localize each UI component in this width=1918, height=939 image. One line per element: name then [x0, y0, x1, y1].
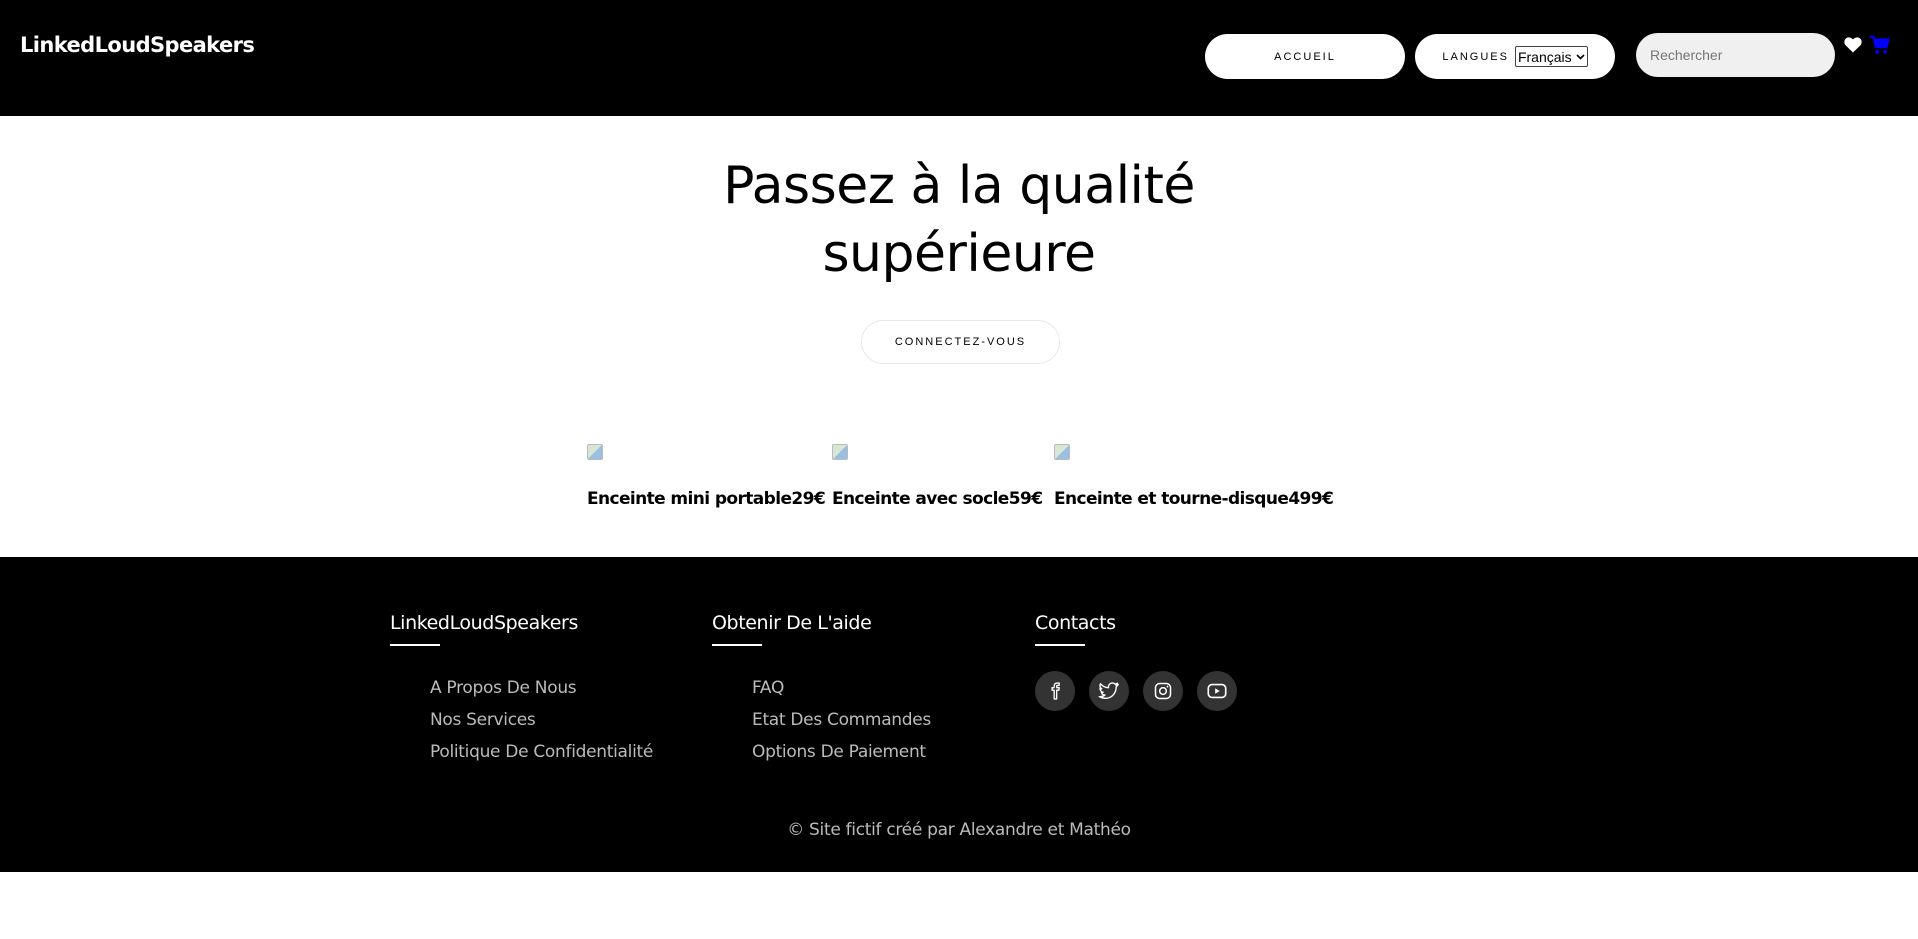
youtube-icon [1207, 683, 1227, 699]
hero-title-line2: supérieure [822, 224, 1096, 284]
facebook-icon [1051, 682, 1060, 700]
language-select[interactable]: Français [1514, 46, 1588, 67]
social-links [1035, 671, 1237, 711]
footer-column-title: Obtenir De L'aide [712, 612, 872, 634]
twitter-icon [1098, 682, 1119, 700]
heart-icon[interactable] [1843, 35, 1863, 55]
product-price: 29€ [791, 489, 826, 509]
product-title: Enceinte et tourne-disque499€ [1054, 489, 1334, 509]
site-logo[interactable]: LinkedLoudSpeakers [20, 33, 255, 57]
product-image[interactable] [587, 444, 603, 460]
footer-column-title: Contacts [1035, 612, 1116, 634]
hero-title: Passez à la qualité supérieure [0, 152, 1918, 288]
cart-icon[interactable] [1869, 34, 1891, 56]
nav-home-button[interactable]: ACCUEIL [1205, 34, 1405, 79]
footer-column-about: LinkedLoudSpeakers A Propos De Nous Nos … [390, 612, 653, 768]
footer-link-list: FAQ Etat Des Commandes Options De Paieme… [712, 672, 931, 768]
footer-title-underline [712, 644, 762, 646]
footer-link-payment-options[interactable]: Options De Paiement [752, 736, 931, 768]
hero-title-line1: Passez à la qualité [723, 156, 1195, 216]
footer-column-contacts: Contacts [1035, 612, 1237, 711]
product-price: 59€ [1008, 489, 1043, 509]
instagram-link[interactable] [1143, 671, 1183, 711]
login-button[interactable]: CONNECTEZ-VOUS [861, 320, 1060, 364]
footer-link-privacy[interactable]: Politique De Confidentialité [430, 736, 653, 768]
footer-title-underline [390, 644, 440, 646]
product-name: Enceinte et tourne-disque [1054, 489, 1289, 509]
product-title: Enceinte mini portable29€ [587, 489, 826, 509]
product-card[interactable]: Enceinte et tourne-disque499€ [1054, 444, 1334, 509]
product-price: 499€ [1288, 489, 1334, 509]
product-image[interactable] [832, 444, 848, 460]
chevron-down-icon [1576, 53, 1585, 60]
language-selected-value: Français [1517, 48, 1572, 65]
nav-language-pill: LANGUES Français [1415, 34, 1615, 79]
search-input[interactable] [1636, 33, 1835, 77]
footer-link-order-status[interactable]: Etat Des Commandes [752, 704, 931, 736]
instagram-icon [1154, 682, 1172, 700]
language-label: LANGUES [1442, 50, 1509, 63]
footer-column-title: LinkedLoudSpeakers [390, 612, 578, 634]
product-name: Enceinte avec socle [832, 489, 1009, 509]
footer-link-about[interactable]: A Propos De Nous [430, 672, 653, 704]
product-card[interactable]: Enceinte avec socle59€ [832, 444, 1043, 509]
site-header: LinkedLoudSpeakers ACCUEIL LANGUES Franç… [0, 0, 1918, 116]
footer-link-services[interactable]: Nos Services [430, 704, 653, 736]
site-footer: LinkedLoudSpeakers A Propos De Nous Nos … [0, 557, 1918, 872]
product-name: Enceinte mini portable [587, 489, 792, 509]
product-card[interactable]: Enceinte mini portable29€ [587, 444, 826, 509]
footer-link-faq[interactable]: FAQ [752, 672, 931, 704]
twitter-link[interactable] [1089, 671, 1129, 711]
youtube-link[interactable] [1197, 671, 1237, 711]
footer-link-list: A Propos De Nous Nos Services Politique … [390, 672, 653, 768]
product-image[interactable] [1054, 444, 1070, 460]
facebook-link[interactable] [1035, 671, 1075, 711]
footer-title-underline [1035, 644, 1085, 646]
product-title: Enceinte avec socle59€ [832, 489, 1043, 509]
copyright-text: © Site fictif créé par Alexandre et Math… [787, 820, 1131, 840]
footer-column-help: Obtenir De L'aide FAQ Etat Des Commandes… [712, 612, 931, 768]
